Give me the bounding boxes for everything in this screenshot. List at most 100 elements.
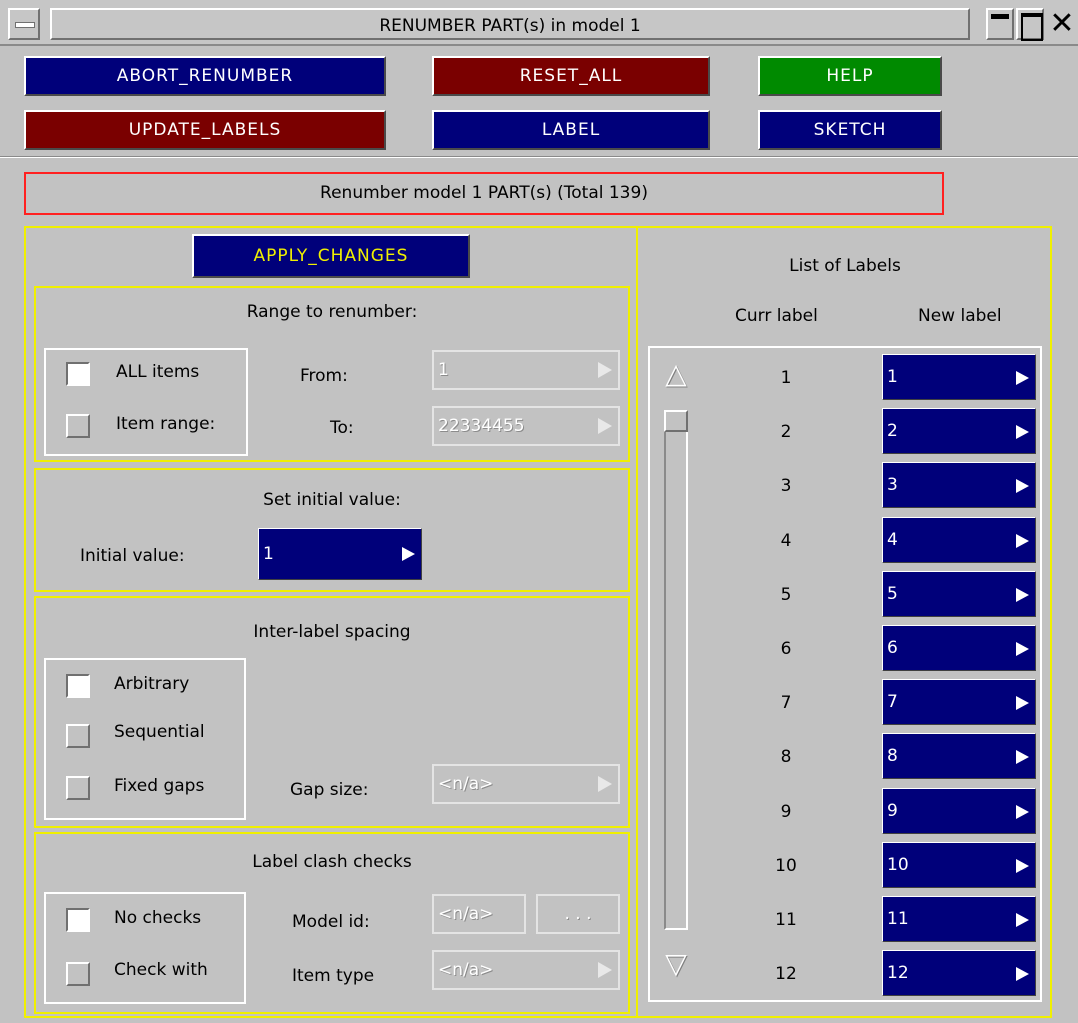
no-checks-label: No checks — [114, 908, 202, 928]
arbitrary-toggle[interactable] — [66, 674, 90, 698]
new-label-field[interactable]: 1 — [882, 354, 1036, 400]
initial-value-label: Initial value: — [80, 546, 185, 566]
item-range-toggle[interactable] — [66, 414, 90, 438]
from-field[interactable]: 1 — [432, 350, 620, 390]
range-title: Range to renumber: — [246, 302, 418, 322]
gap-size-field[interactable]: <n/a> — [432, 764, 620, 804]
model-id-value: <n/a> — [438, 904, 494, 924]
initial-value-text: 1 — [263, 544, 274, 564]
new-label-field[interactable]: 4 — [882, 517, 1036, 563]
curr-label-value: 11 — [775, 910, 797, 930]
reset-all-button[interactable]: RESET_ALL — [432, 56, 710, 96]
new-label-value: 12 — [887, 963, 909, 983]
scroll-down-icon[interactable]: ▽ — [662, 946, 690, 982]
spacing-title: Inter-label spacing — [253, 622, 411, 642]
new-label-field[interactable]: 5 — [882, 571, 1036, 617]
arrow-right-icon — [1016, 642, 1029, 656]
new-label-field[interactable]: 6 — [882, 625, 1036, 671]
new-label-field[interactable]: 12 — [882, 950, 1036, 996]
help-button[interactable]: HELP — [758, 56, 942, 96]
curr-label-value: 7 — [780, 693, 792, 713]
scrollbar-thumb[interactable] — [664, 410, 688, 432]
new-label-field[interactable]: 3 — [882, 462, 1036, 508]
all-items-label: ALL items — [116, 362, 200, 382]
sequential-toggle[interactable] — [66, 724, 90, 748]
item-range-label: Item range: — [116, 414, 216, 434]
initial-value-title: Set initial value: — [263, 490, 401, 510]
new-label-field[interactable]: 9 — [882, 788, 1036, 834]
no-checks-toggle[interactable] — [66, 908, 90, 932]
arrow-right-icon — [1016, 425, 1029, 439]
new-label-value: 11 — [887, 909, 909, 929]
arrow-right-icon — [1016, 371, 1029, 385]
check-with-toggle[interactable] — [66, 962, 90, 986]
new-label-value: 6 — [887, 638, 898, 658]
new-label-value: 2 — [887, 421, 898, 441]
from-label: From: — [300, 366, 348, 386]
clash-checks-title: Label clash checks — [252, 852, 412, 872]
curr-label-value: 2 — [780, 422, 792, 442]
new-label-field[interactable]: 2 — [882, 408, 1036, 454]
status-message: Renumber model 1 PART(s) (Total 139) — [24, 172, 944, 215]
new-label-field[interactable]: 7 — [882, 679, 1036, 725]
arrow-right-icon — [1016, 859, 1029, 873]
labels-title: List of Labels — [789, 256, 901, 276]
item-type-value: <n/a> — [438, 960, 494, 980]
update-labels-button[interactable]: UPDATE_LABELS — [24, 110, 386, 150]
to-label: To: — [330, 418, 354, 438]
label-button[interactable]: LABEL — [432, 110, 710, 150]
model-id-field[interactable]: <n/a> — [432, 894, 526, 934]
item-type-field[interactable]: <n/a> — [432, 950, 620, 990]
sequential-label: Sequential — [114, 722, 205, 742]
arrow-right-icon — [1016, 588, 1029, 602]
curr-label-value: 1 — [780, 368, 792, 388]
arrow-right-icon — [598, 962, 612, 978]
curr-label-value: 4 — [780, 531, 792, 551]
apply-changes-button[interactable]: APPLY_CHANGES — [192, 234, 470, 278]
curr-label-value: 3 — [780, 476, 792, 496]
new-label-value: 3 — [887, 475, 898, 495]
new-label-header: New label — [918, 306, 1002, 326]
gap-size-value: <n/a> — [438, 774, 494, 794]
new-label-value: 1 — [887, 367, 898, 387]
initial-value-field[interactable]: 1 — [258, 528, 422, 580]
to-field[interactable]: 22334455 — [432, 406, 620, 446]
scrollbar-track[interactable] — [664, 420, 688, 930]
new-label-field[interactable]: 11 — [882, 896, 1036, 942]
model-id-browse-button[interactable]: . . . — [536, 894, 620, 934]
window-menu-button[interactable] — [8, 8, 40, 40]
new-label-field[interactable]: 10 — [882, 842, 1036, 888]
gap-size-label: Gap size: — [290, 780, 369, 800]
minimize-button[interactable] — [986, 8, 1014, 40]
curr-label-value: 5 — [780, 585, 792, 605]
curr-label-value: 9 — [780, 802, 792, 822]
curr-label-value: 8 — [780, 747, 792, 767]
abort-renumber-button[interactable]: ABORT_RENUMBER — [24, 56, 386, 96]
arrow-right-icon — [1016, 534, 1029, 548]
arrow-right-icon — [1016, 805, 1029, 819]
arrow-right-icon — [1016, 967, 1029, 981]
arrow-right-icon — [1016, 479, 1029, 493]
arrow-right-icon — [402, 547, 415, 561]
new-label-value: 5 — [887, 584, 898, 604]
new-label-value: 7 — [887, 692, 898, 712]
arrow-right-icon — [1016, 913, 1029, 927]
sketch-button[interactable]: SKETCH — [758, 110, 942, 150]
curr-label-value: 12 — [775, 964, 797, 984]
maximize-button[interactable] — [1016, 8, 1044, 41]
scroll-up-icon[interactable]: △ — [662, 356, 690, 392]
new-label-value: 10 — [887, 855, 909, 875]
curr-label-value: 6 — [780, 639, 792, 659]
separator — [0, 156, 1078, 158]
fixed-gaps-label: Fixed gaps — [114, 776, 205, 796]
all-items-toggle[interactable] — [66, 362, 90, 386]
fixed-gaps-toggle[interactable] — [66, 776, 90, 800]
arrow-right-icon — [1016, 750, 1029, 764]
curr-label-header: Curr label — [735, 306, 818, 326]
close-icon[interactable]: ✕ — [1046, 6, 1078, 42]
arrow-right-icon — [598, 362, 612, 378]
new-label-field[interactable]: 8 — [882, 733, 1036, 779]
arrow-right-icon — [598, 418, 612, 434]
arrow-right-icon — [598, 776, 612, 792]
window-title: RENUMBER PART(s) in model 1 — [50, 8, 970, 40]
